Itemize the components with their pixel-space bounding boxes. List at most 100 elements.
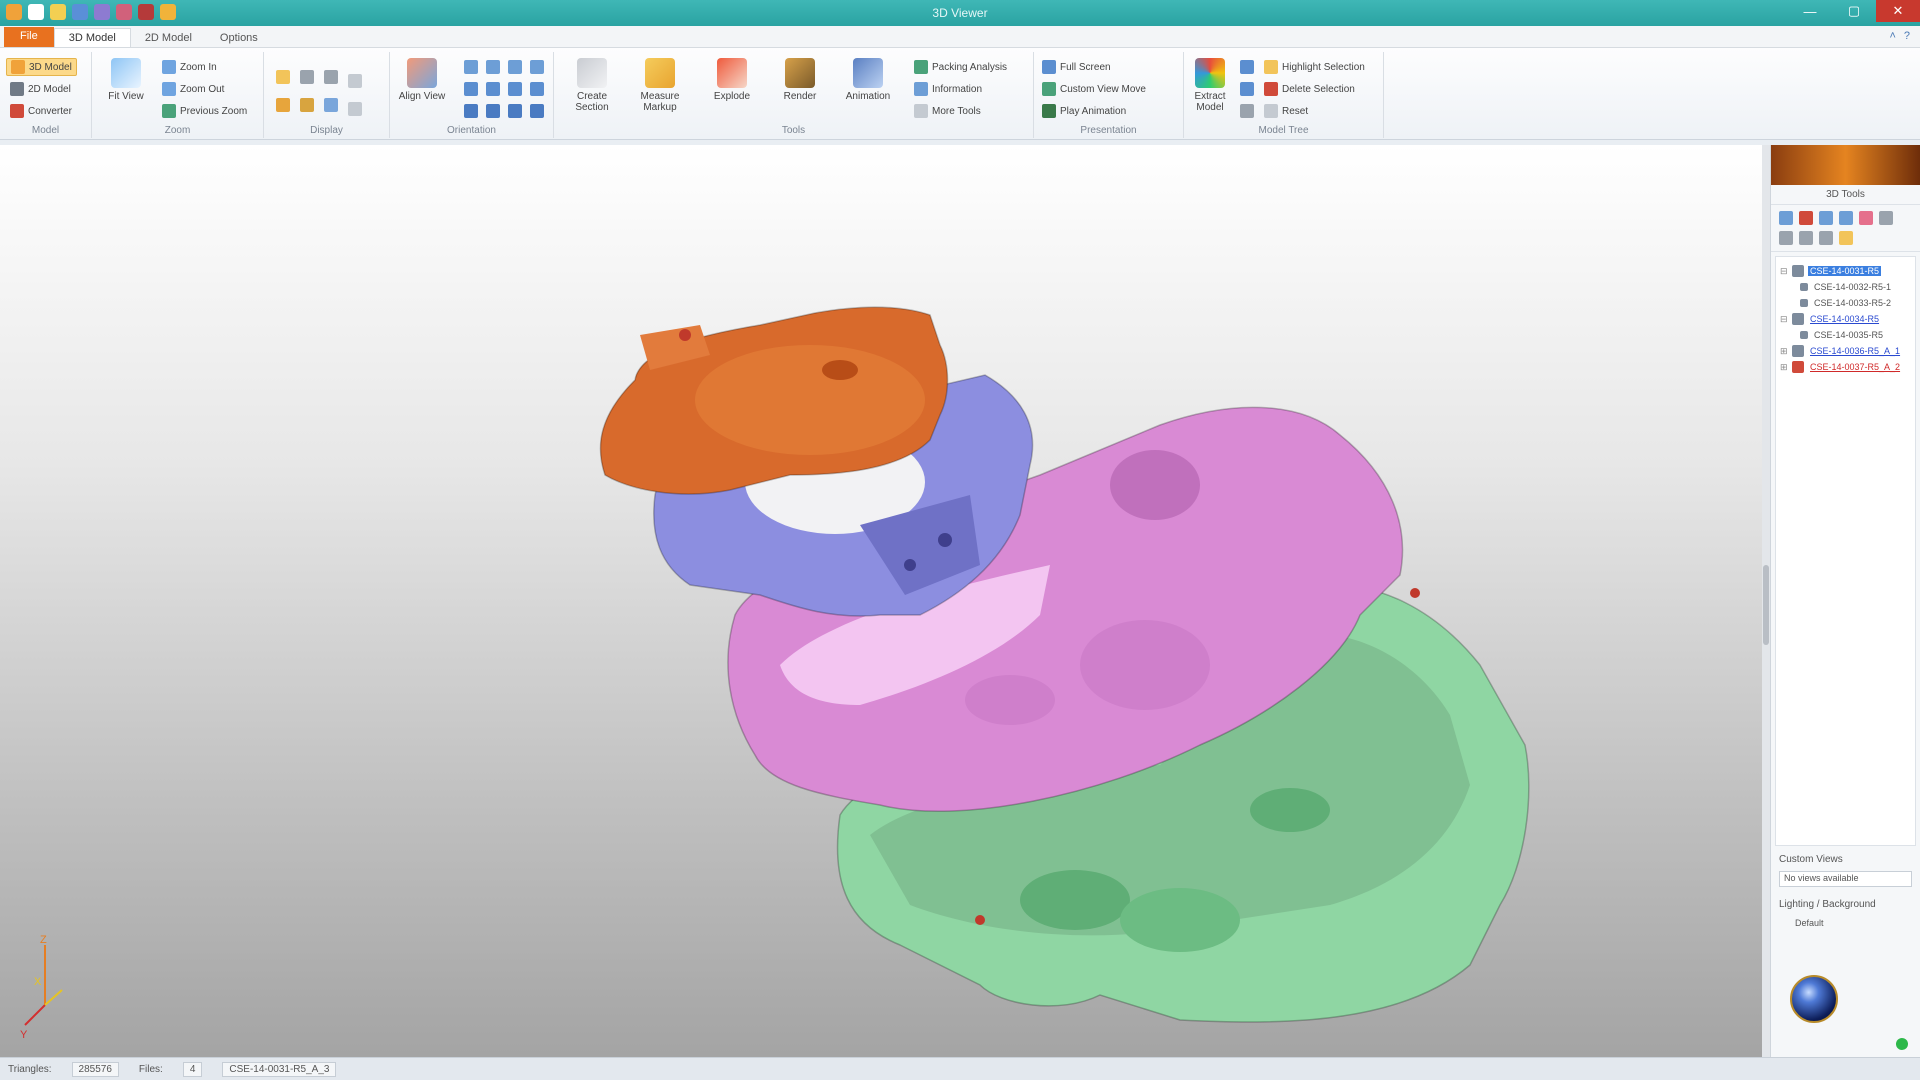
reset-button[interactable]: Reset [1264, 104, 1308, 118]
ribbon-collapse-icon[interactable]: ˄ [1889, 30, 1895, 42]
hidden-line-icon[interactable] [324, 70, 338, 84]
label: Measure Markup [640, 91, 680, 113]
full-screen-button[interactable]: Full Screen [1042, 60, 1111, 74]
view-iso-icon[interactable] [508, 82, 522, 96]
label: Custom View Move [1060, 83, 1146, 95]
group-model: 3D Model 2D Model Converter Model [0, 52, 92, 138]
scrollbar-thumb[interactable] [1763, 565, 1769, 645]
tree-sort-icon[interactable] [1819, 231, 1833, 245]
tree-item[interactable]: CSE-14-0033-R5-2 [1780, 295, 1911, 311]
delete-selection-button[interactable]: Delete Selection [1264, 82, 1355, 96]
minimize-button[interactable]: — [1788, 0, 1832, 22]
tab-2d-model[interactable]: 2D Model [131, 29, 206, 47]
tree-item[interactable]: CSE-14-0032-R5-1 [1780, 279, 1911, 295]
measure-markup-button[interactable]: Measure Markup [634, 58, 686, 113]
lighting-preview[interactable] [1790, 975, 1838, 1023]
label: Extract Model [1194, 91, 1226, 113]
render-button[interactable]: Render [774, 58, 826, 102]
custom-view-move-button[interactable]: Custom View Move [1042, 82, 1146, 96]
extract-icon [1195, 58, 1225, 88]
flip-icon[interactable] [508, 104, 522, 118]
tree-item[interactable]: CSE-14-0035-R5 [1780, 327, 1911, 343]
tree-expand-icon[interactable] [1779, 211, 1793, 225]
3d-viewport[interactable]: Z Y X [0, 145, 1762, 1057]
tree-search-icon[interactable] [1779, 231, 1793, 245]
spin-icon[interactable] [530, 104, 544, 118]
plate-hole-red [679, 329, 691, 341]
view-right-icon[interactable] [530, 60, 544, 74]
tab-options[interactable]: Options [206, 29, 272, 47]
files-label: Files: [138, 1063, 163, 1075]
ribbon: 3D Model 2D Model Converter Model Fit Vi… [0, 48, 1920, 140]
more-tools-button[interactable]: More Tools [914, 104, 981, 118]
wireframe-icon[interactable] [300, 70, 314, 84]
close-button[interactable]: ✕ [1876, 0, 1920, 22]
view-front-icon[interactable] [464, 60, 478, 74]
packing-analysis-button[interactable]: Packing Analysis [914, 60, 1007, 74]
play-animation-button[interactable]: Play Animation [1042, 104, 1126, 118]
animation-button[interactable]: Animation [842, 58, 894, 102]
tab-file[interactable]: File [4, 27, 54, 47]
window-title: 3D Viewer [932, 6, 988, 20]
tree-item-label: CSE-14-0035-R5 [1814, 330, 1884, 340]
information-button[interactable]: Information [914, 82, 982, 96]
extract-model-button[interactable]: Extract Model [1184, 58, 1236, 113]
tree-item[interactable]: ⊟ CSE-14-0031-R5 [1780, 263, 1911, 279]
custom-views-select[interactable]: No views available [1779, 871, 1912, 887]
3d-model-button[interactable]: 3D Model [6, 58, 77, 76]
tree-color-icon[interactable] [1799, 211, 1813, 225]
reset-icon [1264, 104, 1278, 118]
rotate-left-icon[interactable] [464, 104, 478, 118]
tree-down-icon[interactable] [1240, 82, 1254, 96]
label: Play Animation [1060, 105, 1127, 117]
tree-item[interactable]: ⊟ CSE-14-0034-R5 [1780, 311, 1911, 327]
zoom-in-icon [162, 60, 176, 74]
view-left-icon[interactable] [508, 60, 522, 74]
group-display: Display [264, 52, 390, 138]
tree-isolate-icon[interactable] [1859, 211, 1873, 225]
pencil-icon [645, 58, 675, 88]
view-back-icon[interactable] [486, 60, 500, 74]
converter-button[interactable]: Converter [10, 104, 72, 118]
tree-list-icon[interactable] [1799, 231, 1813, 245]
tree-item[interactable]: ⊞ CSE-14-0036-R5_A_1 [1780, 343, 1911, 359]
tab-3d-model[interactable]: 3D Model [53, 28, 131, 47]
tree-item[interactable]: ⊞ CSE-14-0037-R5_A_2 [1780, 359, 1911, 375]
display-more-icon[interactable] [348, 102, 362, 116]
tree-settings-icon[interactable] [1879, 211, 1893, 225]
tree-up-icon[interactable] [1240, 60, 1254, 74]
zoom-in-button[interactable]: Zoom In [162, 60, 217, 74]
label: Packing Analysis [932, 61, 1008, 73]
more-icon [914, 104, 928, 118]
view-dimetric-icon[interactable] [530, 82, 544, 96]
tree-star-icon[interactable] [1839, 231, 1853, 245]
view-bottom-icon[interactable] [486, 82, 500, 96]
group-label: Model Tree [1258, 125, 1309, 136]
zoom-out-button[interactable]: Zoom Out [162, 82, 224, 96]
view-top-icon[interactable] [464, 82, 478, 96]
explode-button[interactable]: Explode [706, 58, 758, 102]
tree-show-icon[interactable] [1819, 211, 1833, 225]
highlight-selection-button[interactable]: Highlight Selection [1264, 60, 1365, 74]
perspective-icon[interactable] [348, 74, 362, 88]
shaded-icon[interactable] [276, 70, 290, 84]
create-section-button[interactable]: Create Section [566, 58, 618, 113]
previous-zoom-icon [162, 104, 176, 118]
part-icon [1800, 299, 1808, 307]
fit-view-button[interactable]: Fit View [100, 58, 152, 102]
lighting-default-option[interactable]: Default [1771, 914, 1920, 932]
converter-icon [10, 104, 24, 118]
assembly-icon [1792, 313, 1804, 325]
silhouette-icon[interactable] [324, 98, 338, 112]
2d-model-button[interactable]: 2D Model [10, 82, 71, 96]
maximize-button[interactable]: ▢ [1832, 0, 1876, 22]
transparency-icon[interactable] [300, 98, 314, 112]
edges-icon[interactable] [276, 98, 290, 112]
align-view-button[interactable]: Align View [396, 58, 448, 102]
help-icon[interactable]: ? [1904, 30, 1910, 42]
tree-hide-icon[interactable] [1839, 211, 1853, 225]
tree-filter-icon[interactable] [1240, 104, 1254, 118]
viewport-scrollbar[interactable] [1762, 145, 1770, 1057]
rotate-right-icon[interactable] [486, 104, 500, 118]
previous-zoom-button[interactable]: Previous Zoom [162, 104, 247, 118]
